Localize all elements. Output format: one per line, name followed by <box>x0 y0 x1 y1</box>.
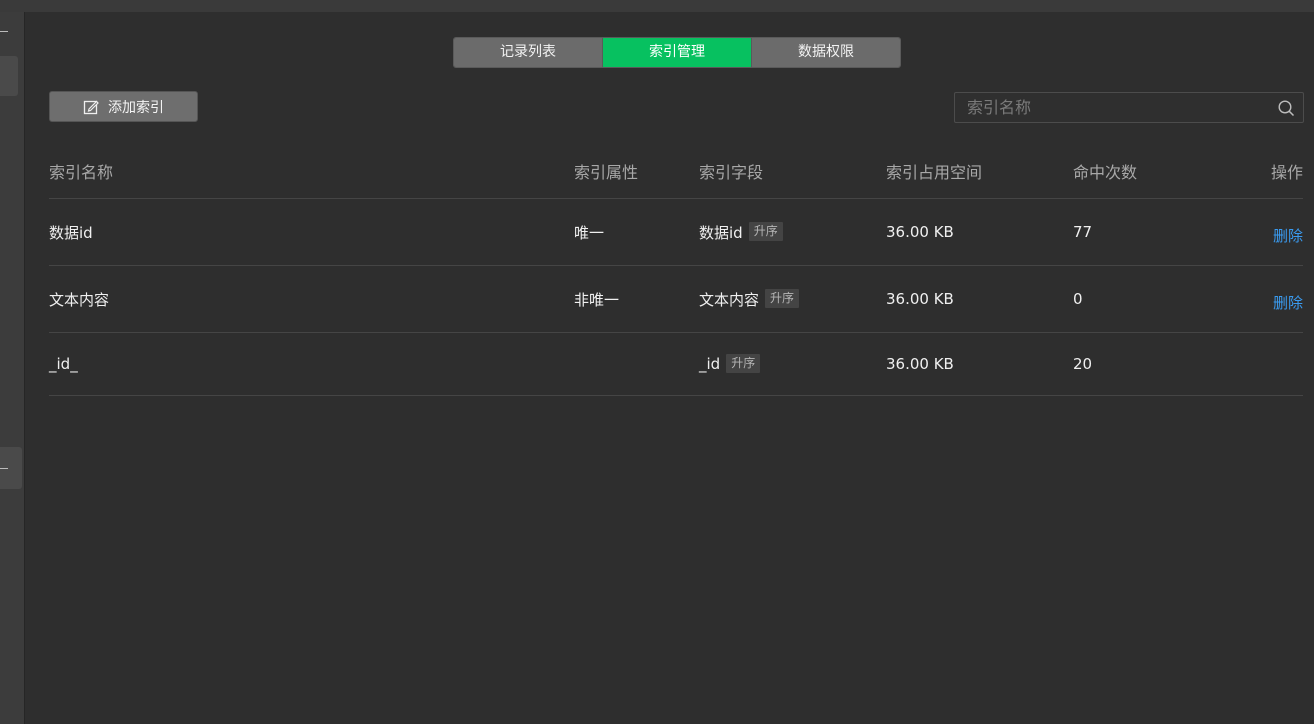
sort-order-tag: 升序 <box>765 288 800 308</box>
index-size: 36.00 KB <box>886 355 954 373</box>
sidebar-panel[interactable] <box>0 447 22 489</box>
column-header-size: 索引占用空间 <box>886 163 983 182</box>
edit-icon <box>83 100 99 114</box>
index-attribute: 非唯一 <box>574 290 620 309</box>
index-name: 数据id <box>49 223 93 242</box>
hit-count: 0 <box>1073 290 1083 308</box>
row-actions: 删除 <box>1273 199 1303 265</box>
add-index-label: 添加索引 <box>108 99 164 116</box>
index-table: 索引名称 索引属性 索引字段 索引占用空间 命中次数 操作 数据id 唯一 数据… <box>49 147 1303 396</box>
index-attribute: 唯一 <box>574 223 605 242</box>
hit-count: 20 <box>1073 355 1093 373</box>
main-content: 记录列表 索引管理 数据权限 添加索引 索引名称 索引属性 索引字段 索引占用空… <box>25 12 1314 724</box>
table-row: _id_ _id 升序 36.00 KB 20 <box>49 333 1303 396</box>
tab-data-permissions[interactable]: 数据权限 <box>751 38 900 67</box>
column-header-name: 索引名称 <box>49 163 114 182</box>
delete-link[interactable]: 删除 <box>1273 292 1303 313</box>
index-field: _id 升序 <box>699 333 761 395</box>
row-actions: 删除 <box>1273 266 1303 332</box>
index-size: 36.00 KB <box>886 290 954 308</box>
column-header-attribute: 索引属性 <box>574 163 639 182</box>
tab-index-management[interactable]: 索引管理 <box>602 38 751 67</box>
table-row: 文本内容 非唯一 文本内容 升序 36.00 KB 0 删除 <box>49 266 1303 333</box>
field-name: 文本内容 <box>699 290 760 309</box>
add-index-button[interactable]: 添加索引 <box>49 91 198 122</box>
sidebar <box>0 12 25 724</box>
search-input[interactable] <box>955 93 1265 122</box>
index-field: 文本内容 升序 <box>699 266 800 332</box>
column-header-field: 索引字段 <box>699 163 764 182</box>
top-bar <box>0 0 1314 12</box>
tab-record-list[interactable]: 记录列表 <box>454 38 602 67</box>
sidebar-item[interactable] <box>0 56 18 96</box>
hit-count: 77 <box>1073 223 1093 241</box>
table-row: 数据id 唯一 数据id 升序 36.00 KB 77 删除 <box>49 199 1303 266</box>
collapse-icon[interactable] <box>0 468 8 469</box>
index-size: 36.00 KB <box>886 223 954 241</box>
search-box <box>954 92 1304 123</box>
column-header-hits: 命中次数 <box>1073 163 1138 182</box>
table-header: 索引名称 索引属性 索引字段 索引占用空间 命中次数 操作 <box>49 147 1303 199</box>
search-icon[interactable] <box>1278 100 1295 121</box>
column-header-actions: 操作 <box>1270 163 1303 182</box>
index-name: 文本内容 <box>49 290 110 309</box>
field-name: _id <box>699 355 721 373</box>
sort-order-tag: 升序 <box>748 221 783 241</box>
sort-order-tag: 升序 <box>726 353 761 373</box>
tab-bar: 记录列表 索引管理 数据权限 <box>453 37 901 68</box>
index-name: _id_ <box>49 355 78 373</box>
index-field: 数据id 升序 <box>699 199 783 265</box>
delete-link[interactable]: 删除 <box>1273 225 1303 246</box>
collapse-icon[interactable] <box>0 31 8 32</box>
field-name: 数据id <box>699 223 743 242</box>
